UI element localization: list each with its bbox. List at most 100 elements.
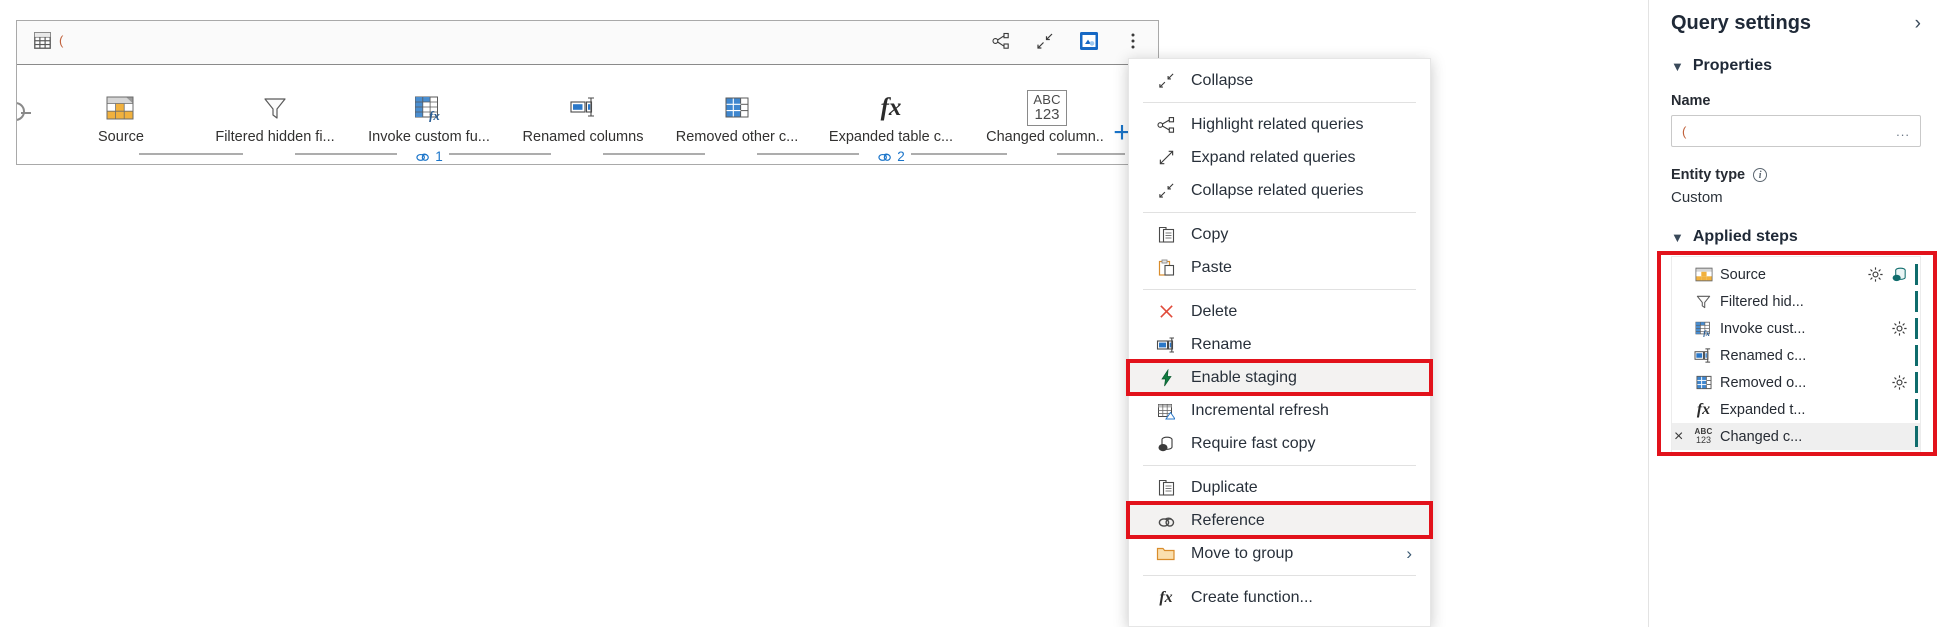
abc123-icon: ABC 123 [1694, 427, 1713, 446]
gear-icon[interactable] [1891, 320, 1908, 337]
menu-separator [1143, 575, 1416, 576]
menu-item-reference[interactable]: Reference [1129, 504, 1430, 537]
diagram-step-references[interactable]: 2 [877, 149, 905, 164]
menu-item-move-to-group[interactable]: Move to group › [1129, 537, 1430, 570]
menu-item-create-function[interactable]: fx Create function... [1129, 581, 1430, 614]
applied-steps-section-header[interactable]: ▼ Applied steps [1671, 228, 1921, 246]
diagram-step-label: Changed column... [986, 129, 1108, 145]
step-indicator-bar [1915, 345, 1918, 366]
applied-step-label: Removed o... [1720, 374, 1807, 391]
applied-step-expanded-table[interactable]: fx Expanded t... [1672, 396, 1920, 423]
menu-item-require-fast-copy[interactable]: Require fast copy [1129, 427, 1430, 460]
fx-icon: fx [880, 94, 902, 121]
menu-item-label: Incremental refresh [1191, 401, 1329, 419]
chevron-right-icon[interactable]: › [1915, 13, 1921, 35]
chevron-down-icon: ▼ [1671, 58, 1684, 74]
invoke-function-icon: fx [1694, 319, 1713, 338]
rename-columns-icon [1694, 346, 1713, 365]
menu-separator [1143, 102, 1416, 103]
fx-glyph: fx [1159, 588, 1173, 606]
collapse-related-queries-icon [1155, 180, 1177, 202]
delete-step-icon[interactable]: × [1674, 428, 1683, 446]
applied-step-removed-other[interactable]: Removed o... [1672, 369, 1920, 396]
highlight-related-queries-icon[interactable] [990, 30, 1012, 52]
connector-line [603, 153, 705, 155]
applied-step-label: Filtered hid... [1720, 293, 1804, 310]
diagram-step-source[interactable]: Source [61, 91, 181, 145]
menu-item-enable-staging[interactable]: Enable staging [1129, 361, 1430, 394]
menu-item-duplicate[interactable]: Duplicate [1129, 471, 1430, 504]
query-title-group: ( [31, 29, 63, 51]
123-label: 123 [1034, 105, 1060, 123]
properties-section-label: Properties [1692, 57, 1773, 74]
menu-item-incremental-refresh[interactable]: Incremental refresh [1129, 394, 1430, 427]
diagram-step-label: Source [98, 129, 144, 145]
page-title: Query settings [1671, 12, 1812, 34]
reference-link-icon [1155, 510, 1177, 532]
diagram-step-label: Invoke custom fu... [368, 129, 490, 145]
diagram-step-renamed-columns[interactable]: Renamed columns [523, 91, 643, 145]
menu-item-collapse-related-queries[interactable]: Collapse related queries [1129, 174, 1430, 207]
data-source-settings-icon[interactable] [1078, 30, 1100, 52]
gear-icon[interactable] [1891, 374, 1908, 391]
remove-columns-icon [722, 91, 752, 125]
table-source-icon [1694, 265, 1713, 284]
step-indicator-bar [1915, 399, 1918, 420]
step-indicator-bar [1915, 426, 1918, 447]
fx-icon: fx [1694, 400, 1713, 419]
diagram-step-invoke-custom-function[interactable]: fx Invoke custom fu... 1 [368, 91, 490, 164]
menu-item-paste[interactable]: Paste [1129, 251, 1430, 284]
power-query-editor-screen: (Source Filtered hidden fi... fx Invoke… [0, 0, 1943, 627]
step-indicator-bar [1915, 372, 1918, 393]
name-field-label: Name [1671, 93, 1711, 109]
connector-line [139, 153, 243, 155]
paste-icon [1155, 257, 1177, 279]
applied-step-filtered-hidden[interactable]: Filtered hid... [1672, 288, 1920, 315]
diagram-step-label: Renamed columns [522, 129, 644, 145]
diagram-step-label: Removed other c... [675, 129, 799, 145]
highlight-related-queries-icon [1155, 114, 1177, 136]
applied-step-source[interactable]: Source [1672, 261, 1920, 288]
name-input-value: ( [1682, 123, 1687, 139]
name-input[interactable]: ( ... [1671, 115, 1921, 147]
svg-text:fx: fx [429, 108, 440, 122]
collapse-icon[interactable] [1034, 30, 1056, 52]
menu-item-reference-wrap: Reference [1126, 501, 1433, 539]
diagram-toolbar [990, 30, 1144, 52]
menu-item-expand-related-queries[interactable]: Expand related queries [1129, 141, 1430, 174]
menu-item-copy[interactable]: Copy [1129, 218, 1430, 251]
menu-item-delete[interactable]: Delete [1129, 295, 1430, 328]
abc-label: ABC [1033, 92, 1061, 108]
applied-step-label: Expanded t... [1720, 401, 1806, 418]
more-options-icon[interactable] [1122, 30, 1144, 52]
info-icon[interactable]: i [1753, 168, 1768, 182]
applied-step-renamed-columns[interactable]: Renamed c... [1672, 342, 1920, 369]
applied-step-label: Changed c... [1720, 428, 1803, 445]
menu-item-collapse[interactable]: Collapse [1129, 64, 1430, 97]
menu-item-label: Copy [1191, 225, 1229, 243]
diagram-view-panel: (Source Filtered hidden fi... fx Invoke… [16, 20, 1159, 165]
folder-icon [1155, 543, 1177, 565]
fast-copy-icon [1155, 433, 1177, 455]
diagram-step-references[interactable]: 1 [415, 149, 443, 164]
remove-columns-icon [1694, 373, 1713, 392]
menu-item-highlight-related-queries[interactable]: Highlight related queries [1129, 108, 1430, 141]
diagram-panel-header: ( [17, 21, 1158, 65]
menu-separator [1143, 289, 1416, 290]
diagram-step-filtered-hidden-fields[interactable]: Filtered hidden fi... [215, 91, 335, 145]
applied-step-changed-column-type[interactable]: × ABC 123 Changed c... [1672, 423, 1920, 450]
diagram-step-removed-other-columns[interactable]: Removed other c... [675, 91, 799, 145]
reference-count: 1 [435, 149, 443, 164]
data-source-icon[interactable] [1891, 266, 1908, 283]
menu-item-rename[interactable]: Rename [1129, 328, 1430, 361]
invoke-function-icon: fx [414, 91, 444, 125]
name-input-ellipsis: ... [1896, 123, 1910, 139]
diagram-canvas: Source Filtered hidden fi... fx Invoke c… [17, 65, 1158, 164]
applied-step-invoke-custom[interactable]: fx Invoke cust... [1672, 315, 1920, 342]
diagram-step-expanded-table-column[interactable]: fx Expanded table c... 2 [829, 91, 953, 164]
collapse-icon [1155, 70, 1177, 92]
diagram-step-changed-column-type[interactable]: ABC 123 Changed column... [986, 90, 1108, 145]
menu-item-label: Require fast copy [1191, 434, 1316, 452]
properties-section-header[interactable]: ▼ Properties [1671, 57, 1921, 75]
gear-icon[interactable] [1867, 266, 1884, 283]
